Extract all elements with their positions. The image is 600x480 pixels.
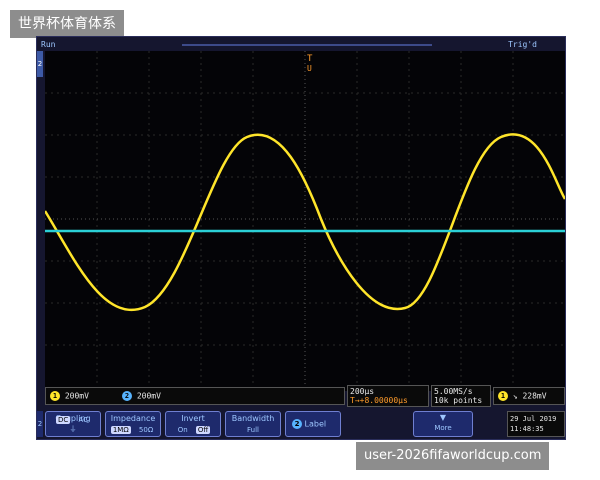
channel-1-badge: 1 [50, 391, 60, 401]
bandwidth-button[interactable]: Bandwidth Full [225, 411, 281, 437]
menu-channel-indicator: 2 [37, 411, 43, 437]
time: 11:48:35 [510, 425, 544, 433]
channel-2-badge: 2 [122, 391, 132, 401]
trigger-marker-top: T [307, 54, 313, 64]
bandwidth-title: Bandwidth [231, 414, 275, 423]
trigger-readout: 1 ↘ 228mV [493, 387, 565, 405]
timebase-value: 200µs [350, 387, 375, 396]
coupling-options: DC AC ⏚ [46, 416, 100, 434]
impedance-options: 1MΩ 50Ω [106, 426, 160, 434]
falling-edge-icon: ↘ [512, 391, 518, 401]
record-bar [182, 44, 432, 46]
invert-off[interactable]: Off [195, 426, 211, 434]
timebase-readout: 200µs T→+8.00000µs [347, 385, 429, 407]
run-status: Run [41, 40, 56, 49]
waveform-screen: T U [45, 51, 565, 391]
watermark-url: user-2026fifaworldcup.com [356, 442, 550, 470]
label-text: Label [304, 419, 327, 429]
impedance-50[interactable]: 50Ω [137, 426, 155, 434]
oscilloscope-panel: Run Trig'd 2 T U 1 200mV 2 200mV 200µs T… [36, 36, 566, 440]
label-button[interactable]: 2 Label [285, 411, 341, 437]
trigger-level: 228mV [522, 391, 547, 401]
impedance-title: Impedance [110, 414, 156, 423]
channel-1-scale: 200mV [64, 391, 89, 401]
menu-bar: 2 Coupling DC AC ⏚ Impedance 1MΩ 50Ω Inv… [37, 409, 565, 439]
invert-button[interactable]: Invert On Off [165, 411, 221, 437]
record-length: 10k points [434, 396, 483, 405]
impedance-1m[interactable]: 1MΩ [110, 426, 131, 434]
watermark-title: 世界杯体育体系 [10, 10, 124, 38]
invert-title: Invert [181, 414, 205, 423]
trigger-status: Trig'd [508, 40, 537, 49]
trigger-offset: T→+8.00000µs [350, 396, 408, 405]
invert-options: On Off [166, 426, 220, 434]
coupling-dc[interactable]: DC [55, 416, 71, 424]
impedance-button[interactable]: Impedance 1MΩ 50Ω [105, 411, 161, 437]
channel-ground-marker: 2 [37, 51, 43, 77]
sample-readout: 5.00MS/s 10k points [431, 385, 491, 407]
coupling-ac[interactable]: AC [76, 416, 90, 424]
more-arrow: ▼ [439, 413, 447, 422]
datetime-panel: 29 Jul 2019 11:48:35 [507, 411, 565, 437]
waveform-graticule: T U [45, 51, 565, 391]
bandwidth-value: Full [247, 426, 259, 434]
trigger-marker-bottom: U [307, 64, 312, 73]
invert-on[interactable]: On [176, 426, 190, 434]
trigger-source-badge: 1 [498, 391, 508, 401]
status-bar: Run Trig'd [37, 39, 565, 51]
coupling-ground[interactable]: ⏚ [68, 424, 79, 434]
label-channel-badge: 2 [292, 419, 302, 429]
more-button[interactable]: ▼ More [413, 411, 473, 437]
sample-rate: 5.00MS/s [434, 387, 473, 396]
channel-readout: 1 200mV 2 200mV [45, 387, 345, 405]
channel-2-scale: 200mV [136, 391, 161, 401]
more-label: More [434, 424, 452, 432]
coupling-button[interactable]: Coupling DC AC ⏚ [45, 411, 101, 437]
date: 29 Jul 2019 [510, 415, 557, 423]
